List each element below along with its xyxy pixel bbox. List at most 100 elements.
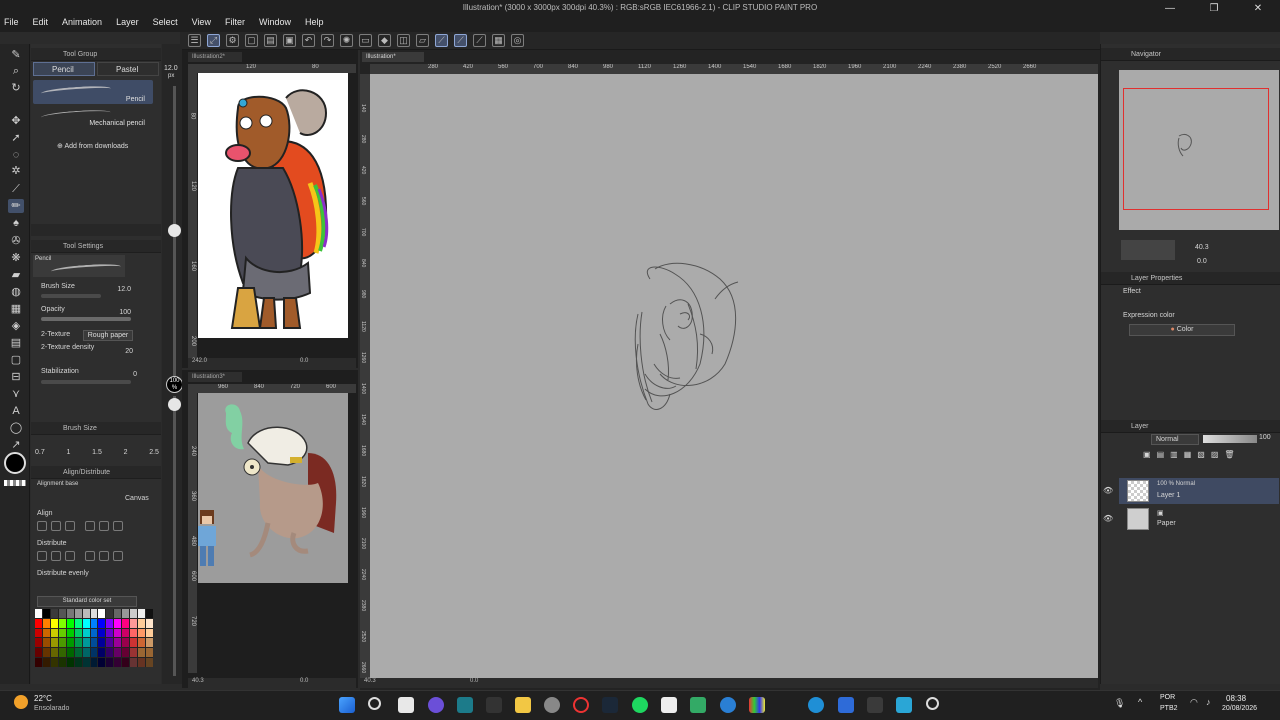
color-swatch[interactable] bbox=[98, 618, 106, 628]
color-swatch[interactable] bbox=[66, 618, 74, 628]
eyedropper-icon[interactable]: ⟋ bbox=[8, 182, 24, 196]
color-swatch[interactable] bbox=[35, 618, 42, 628]
fill-icon[interactable]: ◆ bbox=[378, 34, 391, 47]
color-swatch[interactable] bbox=[82, 609, 90, 618]
color-swatch[interactable] bbox=[130, 658, 138, 667]
clear-icon[interactable]: ▭ bbox=[359, 34, 372, 47]
color-swatch[interactable] bbox=[98, 609, 106, 618]
layer-visibility-eye-icon[interactable]: 👁 bbox=[1103, 514, 1113, 523]
color-swatch[interactable] bbox=[98, 658, 106, 667]
main-color-swatch[interactable] bbox=[4, 452, 26, 474]
capcut-icon[interactable] bbox=[486, 697, 502, 713]
layer-visibility-eye-icon[interactable]: 👁 bbox=[1103, 486, 1113, 495]
new-file-icon[interactable]: ▢ bbox=[245, 34, 258, 47]
color-swatch[interactable] bbox=[82, 648, 90, 658]
menu-view[interactable]: View bbox=[192, 17, 211, 27]
layer-lock-icon[interactable]: ▥ bbox=[1170, 450, 1178, 460]
navigator-zoom[interactable]: 40.3 bbox=[1195, 244, 1209, 251]
expression-color-select[interactable]: ● Color bbox=[1129, 324, 1235, 336]
tray-arrow-icon[interactable]: ^ bbox=[1138, 697, 1142, 707]
color-swatch[interactable] bbox=[146, 638, 153, 648]
color-swatch[interactable] bbox=[106, 628, 114, 638]
move-icon[interactable]: ✥ bbox=[8, 114, 24, 128]
color-swatch[interactable] bbox=[90, 658, 98, 667]
color-swatch[interactable] bbox=[74, 628, 82, 638]
color-swatch[interactable] bbox=[114, 618, 122, 628]
chatgpt-icon[interactable] bbox=[544, 697, 560, 713]
layer-row-layer-1[interactable]: 👁 100 % Normal Layer 1 bbox=[1103, 478, 1279, 504]
color-swatch[interactable] bbox=[42, 609, 50, 618]
sub-view-1-canvas[interactable] bbox=[198, 73, 348, 338]
color-swatch[interactable] bbox=[35, 609, 42, 618]
blend-icon[interactable]: ◍ bbox=[8, 285, 24, 299]
tab-pencil[interactable]: Pencil bbox=[33, 62, 95, 76]
color-swatch[interactable] bbox=[66, 658, 74, 667]
color-swatch[interactable] bbox=[82, 628, 90, 638]
stabilization-value[interactable]: 0 bbox=[123, 371, 137, 378]
vector-line-icon[interactable]: ⋎ bbox=[8, 387, 24, 401]
sub-view-tab[interactable]: Illustration2* bbox=[188, 52, 242, 62]
color-swatch[interactable] bbox=[90, 648, 98, 658]
navigator-view-frame[interactable] bbox=[1123, 88, 1269, 210]
redo-icon[interactable]: ↷ bbox=[321, 34, 334, 47]
color-swatch[interactable] bbox=[50, 648, 58, 658]
color-swatch[interactable] bbox=[90, 638, 98, 648]
color-swatch[interactable] bbox=[35, 638, 42, 648]
color-swatch[interactable] bbox=[122, 628, 130, 638]
color-swatch[interactable] bbox=[90, 618, 98, 628]
color-swatch[interactable] bbox=[82, 638, 90, 648]
align-left-icon[interactable] bbox=[37, 521, 47, 531]
text-icon[interactable]: A bbox=[8, 404, 24, 418]
color-swatch[interactable] bbox=[74, 648, 82, 658]
color-swatch[interactable] bbox=[42, 658, 50, 667]
loading-icon[interactable]: ✺ bbox=[340, 34, 353, 47]
close-button[interactable]: ✕ bbox=[1236, 0, 1280, 16]
brush-icon[interactable]: ♠ bbox=[8, 216, 24, 230]
keyboard-indicator[interactable]: PTB2 bbox=[1160, 705, 1178, 712]
brush-size-preset[interactable]: 2 bbox=[124, 449, 128, 456]
distribute-middle-icon[interactable] bbox=[99, 551, 109, 561]
color-swatch[interactable] bbox=[114, 638, 122, 648]
notes-icon[interactable] bbox=[661, 697, 677, 713]
pencil-icon[interactable]: ✏ bbox=[8, 199, 24, 213]
pencil-tool-icon[interactable]: ✎ bbox=[8, 48, 24, 62]
menu-help[interactable]: Help bbox=[305, 17, 324, 27]
color-swatch[interactable] bbox=[66, 648, 74, 658]
color-swatch[interactable] bbox=[42, 648, 50, 658]
stabilization-slider[interactable] bbox=[41, 380, 131, 384]
file-explorer-icon[interactable] bbox=[515, 697, 531, 713]
color-swatch[interactable] bbox=[122, 618, 130, 628]
layer-clip-icon[interactable]: ▣ bbox=[1143, 450, 1151, 460]
color-swatch[interactable] bbox=[42, 628, 50, 638]
layer-opacity-value[interactable]: 100 bbox=[1259, 434, 1271, 441]
color-swatch[interactable] bbox=[35, 658, 42, 667]
app2-icon[interactable] bbox=[690, 697, 706, 713]
browser-icon[interactable] bbox=[720, 697, 736, 713]
color-swatch[interactable] bbox=[58, 658, 66, 667]
navigator-angle[interactable]: 0.0 bbox=[1197, 258, 1207, 265]
color-swatch[interactable] bbox=[138, 648, 146, 658]
deselect-icon[interactable]: ◫ bbox=[397, 34, 410, 47]
color-swatch[interactable] bbox=[146, 618, 153, 628]
color-swatch[interactable] bbox=[50, 609, 58, 618]
distribute-left-icon[interactable] bbox=[37, 551, 47, 561]
web-icon[interactable]: ◎ bbox=[511, 34, 524, 47]
special-ruler-snap-icon[interactable]: ⟋ bbox=[454, 34, 467, 47]
color-swatch[interactable] bbox=[114, 628, 122, 638]
menu-edit[interactable]: Edit bbox=[33, 17, 49, 27]
transparent-color-swatch[interactable] bbox=[4, 480, 26, 486]
layer-new-icon[interactable]: ▧ bbox=[1197, 450, 1205, 460]
brush-size-slider[interactable] bbox=[41, 294, 101, 298]
brush-size-preset[interactable]: 1 bbox=[66, 449, 70, 456]
brush-pencil[interactable]: Pencil bbox=[33, 80, 153, 104]
color-swatch[interactable] bbox=[122, 609, 130, 618]
distribute-top-icon[interactable] bbox=[85, 551, 95, 561]
opacity-slider-track[interactable] bbox=[173, 396, 176, 676]
color-swatch[interactable] bbox=[35, 648, 42, 658]
brush-size-preset[interactable]: 1.5 bbox=[92, 449, 102, 456]
ruler-icon[interactable]: ⊟ bbox=[8, 370, 24, 384]
color-swatch[interactable] bbox=[50, 638, 58, 648]
navigator-zoom-slider[interactable] bbox=[1121, 240, 1175, 260]
opacity-slider-thumb[interactable] bbox=[168, 398, 181, 411]
edge-icon[interactable] bbox=[808, 697, 824, 713]
